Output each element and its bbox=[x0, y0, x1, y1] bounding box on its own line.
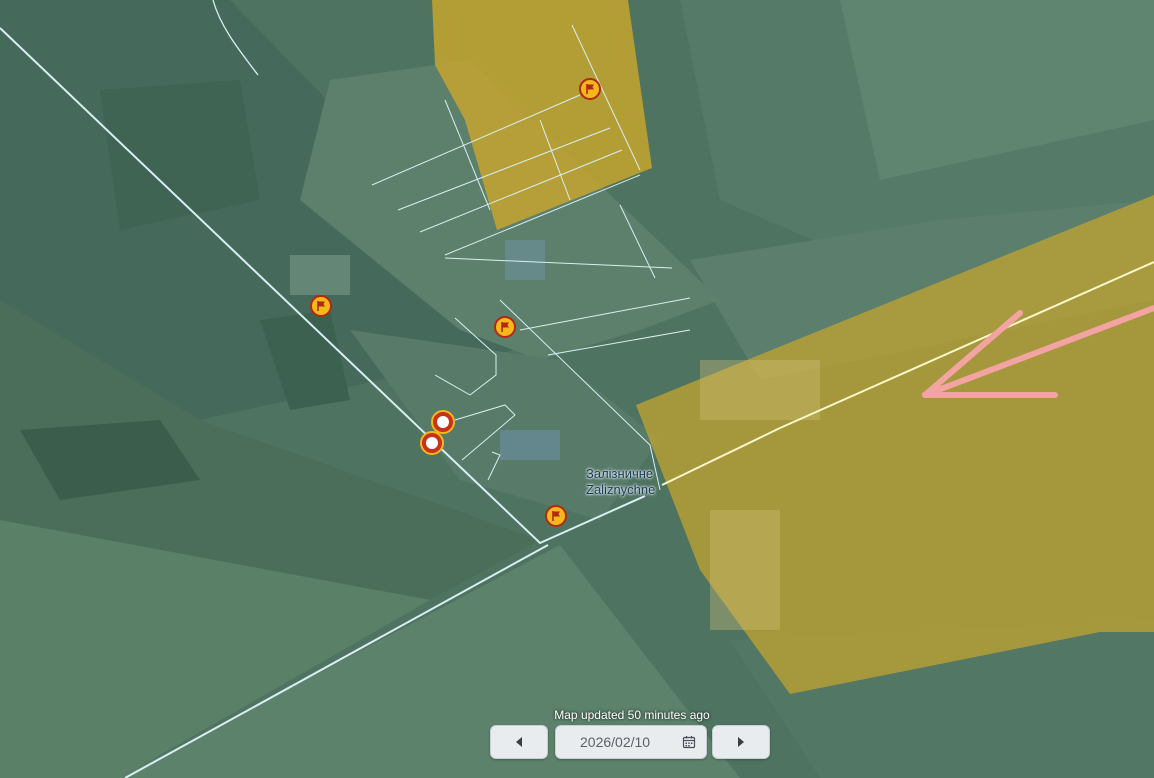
flag-icon bbox=[586, 84, 594, 94]
flag-marker[interactable] bbox=[545, 505, 567, 527]
next-date-button[interactable] bbox=[712, 725, 770, 759]
settlement-label: Залізничне Zaliznychne bbox=[586, 466, 655, 498]
building bbox=[290, 255, 350, 295]
building bbox=[505, 240, 545, 280]
settlement-name-ukrainian: Залізничне bbox=[586, 466, 654, 481]
chevron-right-icon bbox=[738, 737, 744, 747]
flag-icon bbox=[317, 301, 325, 311]
flag-marker[interactable] bbox=[579, 78, 601, 100]
flag-marker[interactable] bbox=[310, 295, 332, 317]
settlement-name-latin: Zaliznychne bbox=[586, 482, 656, 497]
date-value: 2026/02/10 bbox=[580, 734, 651, 750]
circle-icon bbox=[437, 416, 449, 428]
map-updated-text: Map updated 50 minutes ago bbox=[554, 708, 710, 722]
flag-icon bbox=[552, 511, 560, 521]
flag-icon bbox=[501, 322, 509, 332]
date-picker[interactable]: 2026/02/10 bbox=[555, 725, 707, 759]
chevron-left-icon bbox=[516, 737, 522, 747]
prev-date-button[interactable] bbox=[490, 725, 548, 759]
flag-marker[interactable] bbox=[494, 316, 516, 338]
point-marker[interactable] bbox=[420, 431, 444, 455]
satellite-map[interactable] bbox=[0, 0, 1154, 778]
field-texture bbox=[710, 510, 780, 630]
field-texture bbox=[700, 360, 820, 420]
circle-icon bbox=[426, 437, 438, 449]
building bbox=[500, 430, 560, 460]
calendar-icon bbox=[682, 736, 696, 749]
